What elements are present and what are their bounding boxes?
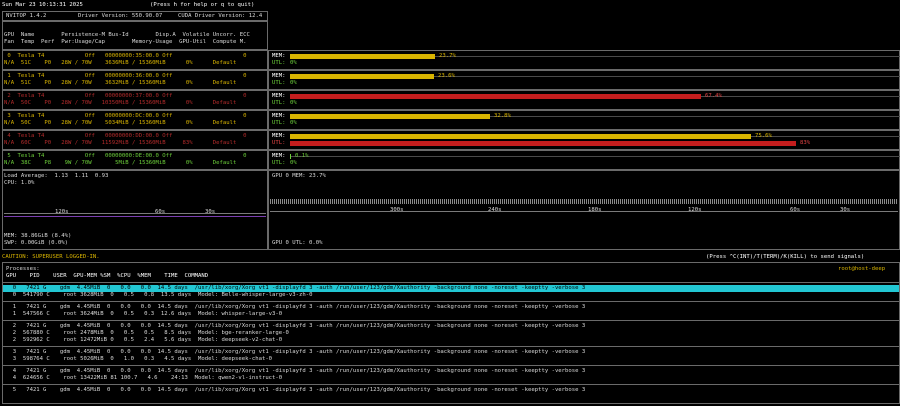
cpu-history-axis	[4, 213, 266, 214]
util-label: UTL:	[272, 100, 286, 106]
process-group-divider	[2, 346, 900, 347]
processes-header-divider	[2, 282, 900, 283]
load-average: Load Average: 1.13 1.11 0.93	[4, 173, 109, 179]
util-label: UTL:	[272, 160, 286, 166]
mem-bar	[290, 154, 291, 159]
datetime-text: Sun Mar 23 10:13:31 2025	[2, 2, 83, 8]
process-group-divider	[2, 320, 900, 321]
gpu-row-line1: 1 Tesla T4 Off 00000000:36:00.0 Off 0	[4, 73, 247, 79]
nvitop-version: NVITOP 1.4.2	[6, 13, 47, 19]
mem-label: MEM:	[272, 53, 286, 59]
util-label: UTL:	[272, 80, 286, 86]
gpu0-mem-history-label: GPU 0 MEM: 23.7%	[272, 173, 326, 179]
gpu-bars-box	[268, 150, 900, 170]
mem-label: MEM:	[272, 73, 286, 79]
gpu-row-line2: N/A 60C P0 28W / 70W 11592MiB / 15360MiB…	[4, 140, 237, 146]
process-group-divider	[2, 301, 900, 302]
util-percent: 0%	[290, 160, 297, 166]
processes-title: Processes:	[6, 266, 40, 272]
process-row[interactable]: 0 7421 G gdm 4.45MiB 0 0.0 0.0 14.5 days…	[6, 285, 586, 291]
host-panel-right	[268, 170, 900, 250]
gpu-row-line1: 2 Tesla T4 Off 00000000:37:00.0 Off 0	[4, 93, 247, 99]
gpu0-util-history-label: GPU 0 UTL: 0.0%	[272, 240, 323, 246]
util-percent: 0%	[290, 100, 297, 106]
gpu-row-line2: N/A 50C P0 28W / 70W 5034MiB / 15360MiB …	[4, 120, 237, 126]
gpu-row-line1: 5 Tesla T4 Off 00000000:DE:00.0 Off 0	[4, 153, 247, 159]
time-tick-30s: 30s	[205, 209, 216, 215]
util-label: UTL:	[272, 140, 286, 146]
mem-track	[290, 156, 900, 157]
time-tick-180s: 180s	[588, 207, 602, 213]
mem-bar	[290, 74, 434, 79]
process-row[interactable]: 1 547566 C root 3624MiB 0 0.5 0.3 12.6 d…	[6, 311, 282, 317]
process-row[interactable]: 3 598764 C root 5026MiB 0 1.0 0.3 4.5 da…	[6, 356, 272, 362]
process-group-divider	[2, 384, 900, 385]
process-row[interactable]: 2 567880 C root 2478MiB 0 0.5 0.5 8.5 da…	[6, 330, 289, 336]
gpu-bars-box	[268, 70, 900, 90]
process-row[interactable]: 2 592962 C root 12472MiB 0 0.5 2.4 5.6 d…	[6, 337, 282, 343]
time-tick-60s-right: 60s	[790, 207, 801, 213]
gpu-row-line1: 3 Tesla T4 Off 00000000:DC:00.0 Off 0	[4, 113, 247, 119]
mem-percent: 67.4%	[705, 93, 722, 99]
time-tick-120s-right: 120s	[688, 207, 702, 213]
driver-version: Driver Version: 550.90.07	[78, 13, 163, 19]
util-percent: 0%	[290, 60, 297, 66]
time-tick-240s: 240s	[488, 207, 502, 213]
mem-bar	[290, 94, 701, 99]
gpu-row-line2: N/A 51C P0 28W / 70W 3632MiB / 15360MiB …	[4, 80, 237, 86]
cpu-usage: CPU: 1.0%	[4, 180, 35, 186]
host-mem: MEM: 38.86GiB (8.4%)	[4, 233, 72, 239]
util-label: UTL:	[272, 120, 286, 126]
mem-percent: 23.6%	[438, 73, 455, 79]
gpu-history-axis	[270, 211, 898, 212]
mem-label: MEM:	[272, 93, 286, 99]
mem-percent: 75.6%	[755, 133, 772, 139]
gpu-row-line1: 0 Tesla T4 Off 00000000:35:00.0 Off 0	[4, 53, 247, 59]
mem-bar	[290, 114, 490, 119]
gpu-row-line2: N/A 50C P0 28W / 70W 10350MiB / 15360MiB…	[4, 100, 237, 106]
util-label: UTL:	[272, 60, 286, 66]
gpu-bars-box	[268, 50, 900, 70]
time-tick-120s: 120s	[55, 209, 69, 215]
time-tick-60s: 60s	[155, 209, 166, 215]
util-percent: 0%	[290, 80, 297, 86]
signals-hint: (Press ^C(INT)/T(TERM)/K(KILL) to send s…	[706, 254, 865, 260]
mem-history-line	[4, 216, 266, 217]
gpu0-mem-history-band	[270, 199, 898, 204]
process-row[interactable]: 3 7421 G gdm 4.45MiB 0 0.0 0.0 14.5 days…	[6, 349, 586, 355]
time-tick-30s-right: 30s	[840, 207, 851, 213]
process-group-divider	[2, 365, 900, 366]
mem-percent: 23.7%	[439, 53, 456, 59]
gpu-row-line1: 4 Tesla T4 Off 00000000:DD:00.0 Off 0	[4, 133, 247, 139]
caution-banner: CAUTION: SUPERUSER LOGGED-IN.	[2, 254, 100, 260]
process-row[interactable]: 2 7421 G gdm 4.45MiB 0 0.0 0.0 14.5 days…	[6, 323, 586, 329]
process-row[interactable]: 5 7421 G gdm 4.45MiB 0 0.0 0.0 14.5 days…	[6, 387, 586, 393]
util-percent: 83%	[800, 140, 811, 146]
mem-bar	[290, 54, 435, 59]
process-row[interactable]: 4 624656 C root 13422MiB 81 100.7 4.6 24…	[6, 375, 282, 381]
gpu-row-line2: N/A 38C P8 9W / 70W 5MiB / 15360MiB 0% D…	[4, 160, 237, 166]
process-row[interactable]: 4 7421 G gdm 4.45MiB 0 0.0 0.0 14.5 days…	[6, 368, 586, 374]
util-percent: 0%	[290, 120, 297, 126]
mem-percent: 32.8%	[494, 113, 511, 119]
gpu-bars-box	[268, 90, 900, 110]
mem-bar	[290, 134, 751, 139]
user-host: root@host-deep	[838, 266, 886, 272]
process-row[interactable]: 1 7421 G gdm 4.45MiB 0 0.0 0.0 14.5 days…	[6, 304, 586, 310]
mem-label: MEM:	[272, 113, 286, 119]
mem-percent: 0.1%	[295, 153, 309, 159]
host-swp: SWP: 0.00GiB (0.0%)	[4, 240, 68, 246]
gpu-row-line2: N/A 51C P0 28W / 70W 3636MiB / 15360MiB …	[4, 60, 237, 66]
process-row[interactable]: 0 541790 C root 3628MiB 0 0.5 0.8 13.5 d…	[6, 292, 313, 298]
mem-label: MEM:	[272, 153, 286, 159]
time-tick-300s: 300s	[390, 207, 404, 213]
mem-label: MEM:	[272, 133, 286, 139]
cuda-version: CUDA Driver Version: 12.4	[178, 13, 263, 19]
gpu-header-line2: Fan Temp Perf Pwr:Usage/Cap Memory-Usage…	[4, 39, 247, 45]
util-bar	[290, 141, 796, 146]
gpu-header-line1: GPU Name Persistence-M Bus-Id Disp.A Vol…	[4, 32, 250, 38]
help-hint: (Press h for help or q to quit)	[150, 2, 255, 8]
gpu-bars-box	[268, 110, 900, 130]
processes-header: GPU PID USER GPU-MEM %SM %CPU %MEM TIME …	[6, 273, 209, 279]
